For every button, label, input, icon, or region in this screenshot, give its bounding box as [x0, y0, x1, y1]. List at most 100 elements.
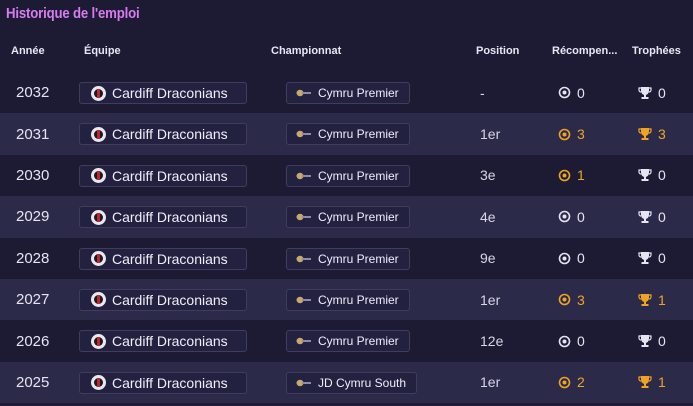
trophies-cell: 0 [638, 72, 666, 113]
year-cell: 2028 [16, 249, 50, 267]
team-pill[interactable]: Cardiff Draconians [79, 371, 247, 394]
trophies-count: 1 [658, 374, 666, 391]
league-logo-icon [287, 89, 318, 97]
league-name: Cymru Premier [318, 127, 399, 142]
medal-icon [558, 86, 577, 99]
table-row[interactable]: 2026 Cardiff Draconians Cymru Premier 12e 0 0 [0, 320, 693, 362]
trophies-count: 0 [658, 333, 666, 350]
position-cell: - [480, 84, 485, 101]
league-logo-icon [287, 337, 318, 345]
history-table: 2032 Cardiff Draconians Cymru Premier -0 0 20… [0, 72, 693, 404]
trophies-cell: 0 [638, 196, 666, 237]
league-pill[interactable]: Cymru Premier [286, 288, 410, 311]
trophies-count: 0 [658, 250, 666, 267]
column-header-trophies[interactable]: Trophées [632, 45, 681, 57]
table-row[interactable]: 2032 Cardiff Draconians Cymru Premier - 0 0 [0, 72, 693, 114]
league-name: Cymru Premier [318, 334, 399, 349]
club-crest-icon [91, 168, 106, 184]
club-crest-icon [91, 251, 106, 267]
club-crest-icon [91, 333, 106, 349]
league-pill[interactable]: Cymru Premier [286, 330, 410, 353]
year-cell: 2025 [16, 373, 50, 391]
table-row[interactable]: 2027 Cardiff Draconians Cymru Premier 1er 3 1 [0, 278, 693, 321]
table-row[interactable]: 2030 Cardiff Draconians Cymru Premier 3e 1 0 [0, 154, 693, 197]
league-name: Cymru Premier [318, 251, 399, 266]
medal-icon [558, 128, 577, 141]
medal-icon [558, 169, 577, 182]
league-name: JD Cymru South [318, 375, 407, 390]
league-pill[interactable]: Cymru Premier [286, 206, 410, 229]
column-header-team[interactable]: Équipe [84, 45, 121, 57]
trophy-icon [638, 127, 658, 141]
trophy-icon [638, 293, 658, 307]
trophies-count: 0 [658, 84, 666, 101]
league-pill[interactable]: Cymru Premier [286, 123, 410, 146]
table-row[interactable]: 2025 Cardiff Draconians JD Cymru South 1er 2… [0, 361, 693, 404]
club-crest-icon [91, 292, 106, 308]
awards-cell: 0 [558, 196, 585, 237]
team-name: Cardiff Draconians [112, 250, 228, 267]
awards-count: 1 [577, 167, 585, 184]
medal-icon [558, 335, 577, 348]
team-pill[interactable]: Cardiff Draconians [79, 288, 247, 311]
team-pill[interactable]: Cardiff Draconians [79, 206, 247, 229]
league-name: Cymru Premier [318, 86, 399, 100]
trophy-icon [638, 251, 658, 265]
team-pill[interactable]: Cardiff Draconians [79, 164, 247, 187]
trophies-cell: 1 [638, 279, 666, 320]
column-header-position[interactable]: Position [476, 45, 519, 57]
awards-count: 0 [577, 250, 585, 267]
trophy-icon [638, 86, 658, 100]
column-header-awards[interactable]: Récompen... [552, 45, 617, 57]
team-name: Cardiff Draconians [112, 291, 228, 308]
position-cell: 3e [480, 167, 496, 184]
club-crest-icon [91, 375, 106, 391]
awards-cell: 1 [558, 155, 585, 196]
league-pill[interactable]: Cymru Premier [286, 247, 410, 270]
position-cell: 12e [480, 333, 504, 350]
team-name: Cardiff Draconians [112, 85, 228, 101]
year-cell: 2031 [16, 125, 50, 143]
awards-cell: 3 [558, 279, 585, 320]
club-crest-icon [91, 126, 106, 142]
awards-count: 0 [577, 208, 585, 225]
team-pill[interactable]: Cardiff Draconians [79, 82, 247, 104]
team-name: Cardiff Draconians [112, 374, 228, 391]
awards-count: 2 [577, 374, 585, 391]
table-row[interactable]: 2031 Cardiff Draconians Cymru Premier 1er 3 3 [0, 113, 693, 155]
team-name: Cardiff Draconians [112, 167, 228, 184]
position-cell: 1er [480, 126, 501, 143]
trophies-cell: 0 [638, 155, 666, 196]
year-cell: 2026 [16, 332, 50, 350]
awards-cell: 3 [558, 113, 585, 154]
awards-count: 3 [577, 126, 585, 143]
league-logo-icon [287, 130, 318, 138]
year-cell: 2032 [16, 84, 50, 102]
awards-count: 0 [577, 84, 585, 101]
league-logo-icon [287, 379, 318, 387]
team-pill[interactable]: Cardiff Draconians [79, 247, 247, 270]
column-header-year[interactable]: Année [11, 45, 45, 57]
trophy-icon [638, 168, 658, 182]
table-row[interactable]: 2028 Cardiff Draconians Cymru Premier 9e 0 0 [0, 237, 693, 279]
league-logo-icon [287, 255, 318, 263]
team-pill[interactable]: Cardiff Draconians [79, 123, 247, 146]
league-pill[interactable]: JD Cymru South [286, 371, 418, 394]
team-pill[interactable]: Cardiff Draconians [79, 330, 247, 353]
league-pill[interactable]: Cymru Premier [286, 82, 410, 104]
medal-icon [558, 210, 577, 223]
position-cell: 9e [480, 250, 496, 267]
column-header-league[interactable]: Championnat [271, 45, 341, 57]
medal-icon [558, 376, 577, 389]
league-name: Cymru Premier [318, 210, 399, 225]
table-row[interactable]: 2029 Cardiff Draconians Cymru Premier 4e 0 0 [0, 196, 693, 238]
trophies-count: 0 [658, 167, 666, 184]
position-cell: 4e [480, 208, 496, 225]
league-pill[interactable]: Cymru Premier [286, 164, 410, 187]
position-cell: 1er [480, 291, 501, 308]
trophies-cell: 1 [638, 362, 666, 403]
trophy-icon [638, 375, 658, 389]
position-cell: 1er [480, 374, 501, 391]
trophies-cell: 3 [638, 113, 666, 154]
league-name: Cymru Premier [318, 168, 399, 183]
